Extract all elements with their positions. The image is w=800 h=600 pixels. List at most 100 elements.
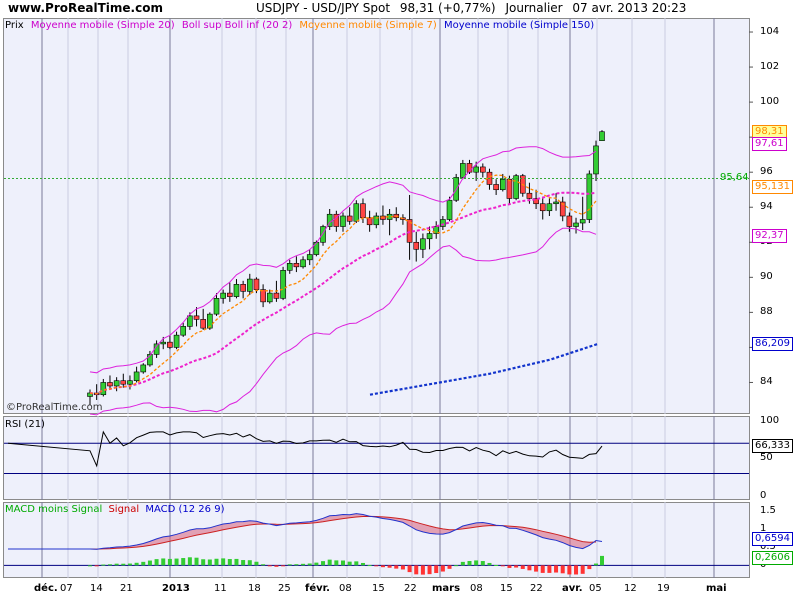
x-tick-label: 22 — [530, 583, 543, 594]
candle-body — [306, 254, 313, 261]
x-tick-label: févr. — [305, 583, 330, 594]
macd-histogram-bar — [460, 561, 465, 566]
macd-histogram-bar — [187, 557, 192, 566]
x-tick-label: 11 — [214, 583, 227, 594]
watermark: ©ProRealTime.com — [6, 402, 103, 413]
candle-body — [499, 178, 506, 191]
macd-histogram-bar — [327, 559, 332, 566]
macd-histogram-bar — [287, 564, 292, 566]
rsi-label[interactable]: RSI (21) — [5, 419, 45, 430]
macd-histogram-bar — [114, 563, 119, 566]
x-tick-label: 2013 — [162, 583, 190, 594]
macd-histogram-bar — [540, 565, 545, 573]
candle-body — [220, 292, 226, 299]
macd-line-label[interactable]: MACD (12 26 9) — [145, 504, 224, 515]
macd-value-tag: 0,2606 — [752, 550, 793, 565]
macd-histogram-bar — [88, 565, 92, 567]
macd-histogram-bar — [254, 561, 259, 566]
x-tick-label: déc. — [34, 583, 58, 594]
macd-histogram-bar — [294, 564, 299, 566]
candle-body — [100, 382, 107, 396]
legend-sma150[interactable]: Moyenne mobile (Simple 150) — [444, 20, 594, 31]
macd-histogram-bar — [520, 565, 525, 569]
macd-histogram-bar — [141, 561, 146, 566]
price-axis-label: 90 — [760, 271, 773, 283]
macd-histogram-bar — [347, 561, 352, 566]
candle-body — [473, 166, 479, 173]
price-axis-label: 84 — [760, 376, 773, 388]
x-tick-label: 22 — [404, 583, 417, 594]
macd-axis-label: 1.5 — [760, 505, 776, 517]
macd-histogram-bar — [367, 565, 372, 567]
x-tick-label: 14 — [90, 583, 103, 594]
macd-histogram-bar — [440, 565, 445, 572]
macd-signal-label[interactable]: Signal — [108, 504, 139, 515]
legend-price[interactable]: Prix — [5, 20, 24, 31]
macd-histogram-bar — [321, 561, 326, 566]
candle-body — [213, 298, 220, 315]
macd-histogram-bar — [154, 559, 159, 566]
candle-body — [480, 166, 486, 173]
candle-body — [526, 192, 533, 199]
candle-body — [200, 319, 206, 329]
macd-histogram-bar — [134, 562, 139, 566]
legend-bollinger[interactable]: Boll sup Boll inf (20 2) — [182, 20, 292, 31]
candle-body — [446, 199, 453, 220]
candle-body — [227, 292, 233, 297]
candle-body — [300, 259, 306, 268]
candle-body — [426, 233, 433, 240]
legend-sma20[interactable]: Moyenne mobile (Simple 20) — [31, 20, 175, 31]
candle-body — [366, 217, 373, 226]
macd-histogram-bar — [147, 560, 152, 566]
candle-body — [193, 315, 200, 320]
macd-line — [7, 513, 603, 550]
macd-histogram-bar — [380, 565, 385, 568]
candle-body — [286, 263, 293, 271]
macd-histogram-bar — [101, 564, 106, 566]
candle-body — [160, 341, 167, 345]
x-tick-label: 12 — [624, 583, 637, 594]
macd-histogram-bar — [567, 565, 572, 575]
candle-body — [320, 226, 326, 243]
macd-histogram-bar — [507, 565, 512, 568]
macd-histogram-bar — [514, 565, 519, 568]
candle-body — [113, 380, 120, 387]
legend-sma7[interactable]: Moyenne mobile (Simple 7) — [299, 20, 436, 31]
x-tick-label: 25 — [278, 583, 291, 594]
price-axis-label: 88 — [760, 306, 773, 318]
candle-body — [167, 341, 173, 348]
candle-body — [127, 380, 133, 385]
bollinger-lower — [89, 227, 597, 416]
candle-body — [539, 203, 546, 212]
macd-histogram-bar — [127, 563, 132, 566]
candle-body — [133, 371, 140, 382]
macd-histogram-label[interactable]: MACD moins Signal — [5, 504, 102, 515]
macd-histogram-bar — [560, 565, 565, 574]
macd-histogram-bar — [594, 563, 598, 566]
macd-value-tag: 0,6594 — [752, 532, 793, 547]
x-tick-label: mars — [432, 583, 461, 594]
macd-histogram-bar — [554, 565, 559, 573]
rsi-line — [7, 430, 603, 468]
macd-histogram-bar — [94, 565, 99, 567]
macd-histogram-bar — [434, 565, 439, 574]
macd-histogram-bar — [281, 565, 286, 567]
macd-histogram-bar — [221, 558, 226, 566]
macd-histogram-bar — [427, 565, 432, 575]
macd-histogram-bar — [480, 561, 485, 566]
macd-histogram-bar — [600, 555, 604, 566]
macd-histogram-bar — [334, 560, 339, 566]
x-tick-label: 07 — [60, 583, 73, 594]
macd-histogram-bar — [474, 560, 479, 566]
x-tick-label: 21 — [120, 583, 133, 594]
macd-histogram-bar — [214, 558, 219, 566]
macd-histogram-bar — [580, 565, 585, 574]
candle-body — [313, 241, 320, 255]
macd-histogram-bar — [354, 561, 359, 566]
candle-body — [360, 203, 366, 219]
candle-body — [233, 284, 240, 297]
candle-body — [493, 184, 499, 191]
price-tag: 95,64 — [720, 171, 749, 183]
candle-body — [187, 315, 193, 327]
price-tag: 95,131 — [752, 180, 793, 195]
